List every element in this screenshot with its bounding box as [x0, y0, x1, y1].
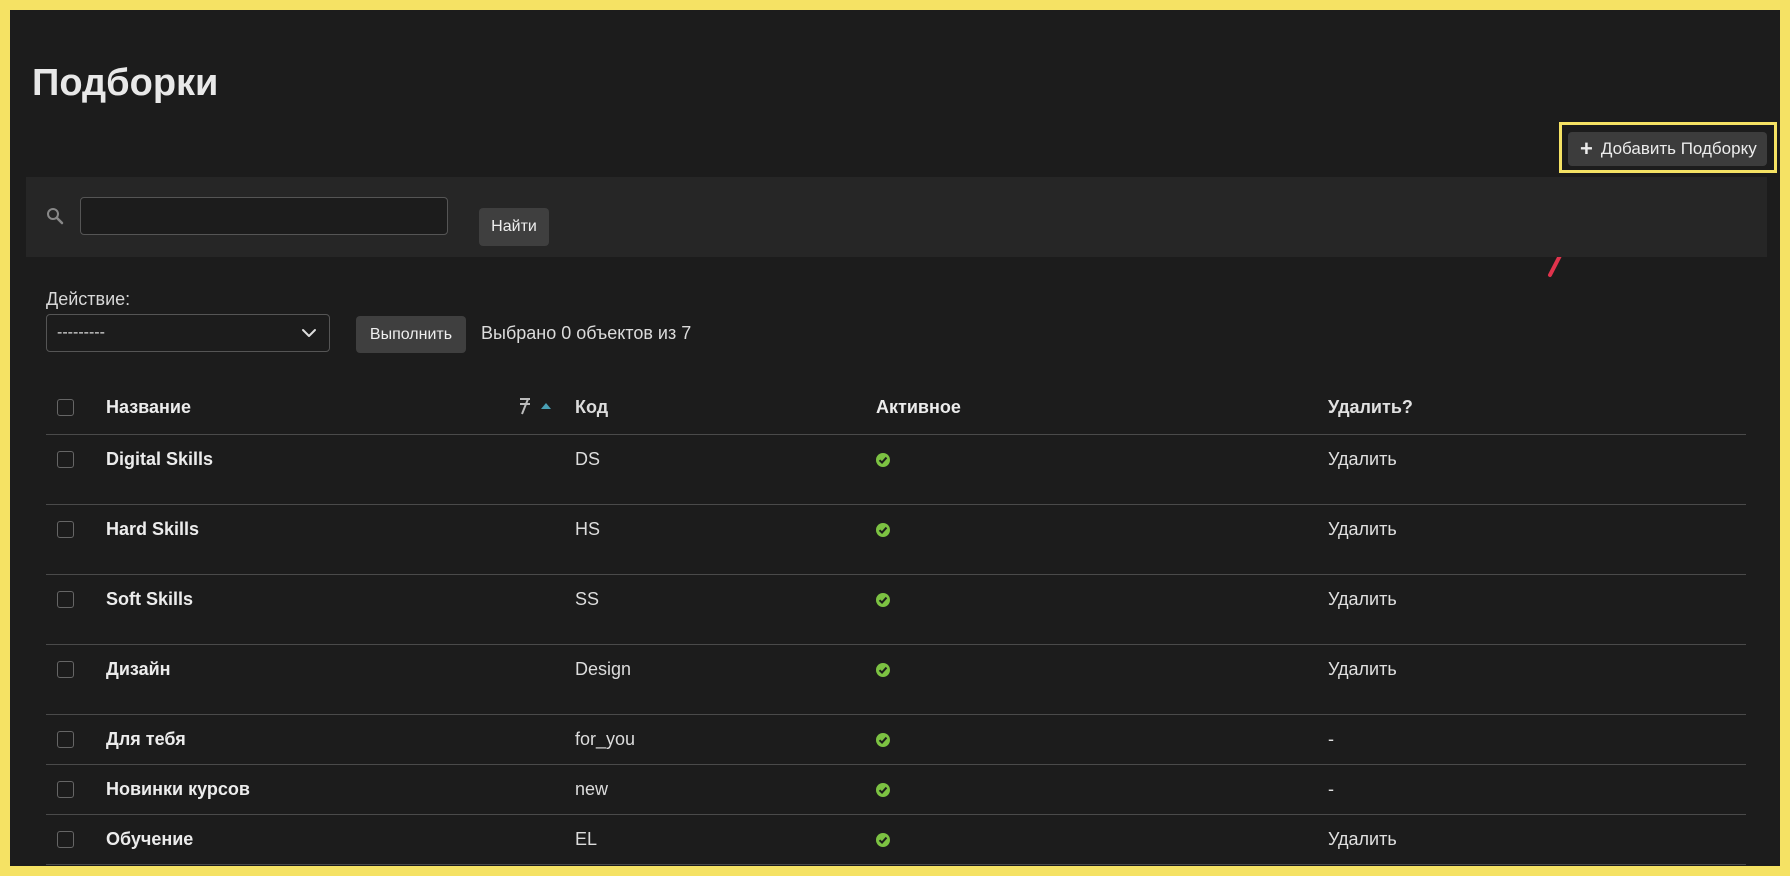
select-all-checkbox[interactable] [57, 398, 74, 416]
row-checkbox[interactable] [57, 831, 74, 848]
action-select-value: --------- [57, 324, 105, 341]
row-checkbox[interactable] [57, 591, 74, 608]
run-action-button[interactable]: Выполнить [356, 316, 466, 353]
add-collection-button[interactable]: + Добавить Подборку [1568, 132, 1767, 166]
table-row: Обучение EL Удалить [46, 815, 1746, 865]
row-code: SS [575, 589, 600, 609]
page-title: Подборки [32, 62, 219, 104]
table-row: Digital Skills DS Удалить [46, 435, 1746, 505]
column-header-delete: Удалить? [1328, 396, 1413, 417]
row-checkbox[interactable] [57, 731, 74, 748]
row-code: for_you [575, 729, 636, 749]
check-circle-icon [876, 732, 890, 747]
row-name[interactable]: Дизайн [106, 645, 171, 694]
row-code: Design [575, 659, 632, 679]
collections-table: Название Код Активное Удалить? Digital S… [46, 380, 1746, 865]
column-header-active: Активное [876, 396, 961, 417]
row-name[interactable]: Soft Skills [106, 575, 193, 624]
row-delete-link[interactable]: Удалить [1328, 815, 1397, 864]
row-checkbox[interactable] [57, 451, 74, 468]
row-code: DS [575, 449, 601, 469]
row-code: HS [575, 519, 601, 539]
check-circle-icon [876, 832, 890, 847]
row-name[interactable]: Digital Skills [106, 435, 213, 484]
add-collection-label: Добавить Подборку [1600, 139, 1757, 158]
check-circle-icon [876, 522, 890, 537]
sort-asc-icon[interactable] [540, 402, 552, 410]
table-row: Soft Skills SS Удалить [46, 575, 1746, 645]
table-row: Hard Skills HS Удалить [46, 505, 1746, 575]
column-header-name[interactable]: Название [106, 380, 191, 434]
check-circle-icon [876, 592, 890, 607]
row-checkbox[interactable] [57, 781, 74, 798]
table-row: Новинки курсов new - [46, 765, 1746, 815]
sort-icon[interactable] [518, 396, 532, 416]
table-header: Название Код Активное Удалить? [46, 380, 1746, 435]
search-input[interactable] [80, 197, 448, 235]
search-icon [47, 208, 64, 225]
action-select[interactable]: --------- [46, 314, 330, 352]
check-circle-icon [876, 452, 890, 467]
row-checkbox[interactable] [57, 661, 74, 678]
table-row: Дизайн Design Удалить [46, 645, 1746, 715]
admin-page: Подборки + Добавить Подборку Найти Дейст… [10, 10, 1780, 866]
selected-count: Выбрано 0 объектов из 7 [481, 323, 692, 343]
row-delete-placeholder: - [1328, 779, 1334, 799]
row-name[interactable]: Новинки курсов [106, 765, 250, 814]
row-delete-link[interactable]: Удалить [1328, 505, 1397, 554]
plus-icon: + [1580, 136, 1593, 161]
row-name[interactable]: Для тебя [106, 715, 186, 764]
chevron-down-icon [302, 329, 316, 337]
row-name[interactable]: Обучение [106, 815, 193, 864]
action-label: Действие: [46, 289, 131, 309]
row-code: new [575, 779, 609, 799]
search-button[interactable]: Найти [479, 208, 549, 246]
check-circle-icon [876, 662, 890, 677]
search-bar: Найти [26, 177, 1767, 257]
row-delete-link[interactable]: Удалить [1328, 645, 1397, 694]
row-name[interactable]: Hard Skills [106, 505, 199, 554]
check-circle-icon [876, 782, 890, 797]
table-row: Для тебя for_you - [46, 715, 1746, 765]
row-delete-link[interactable]: Удалить [1328, 575, 1397, 624]
add-button-highlight: + Добавить Подборку [1559, 122, 1777, 173]
row-delete-placeholder: - [1328, 729, 1334, 749]
row-delete-link[interactable]: Удалить [1328, 435, 1397, 484]
column-header-code: Код [575, 396, 609, 417]
row-checkbox[interactable] [57, 521, 74, 538]
sort-controls[interactable] [518, 396, 552, 416]
row-code: EL [575, 829, 598, 849]
